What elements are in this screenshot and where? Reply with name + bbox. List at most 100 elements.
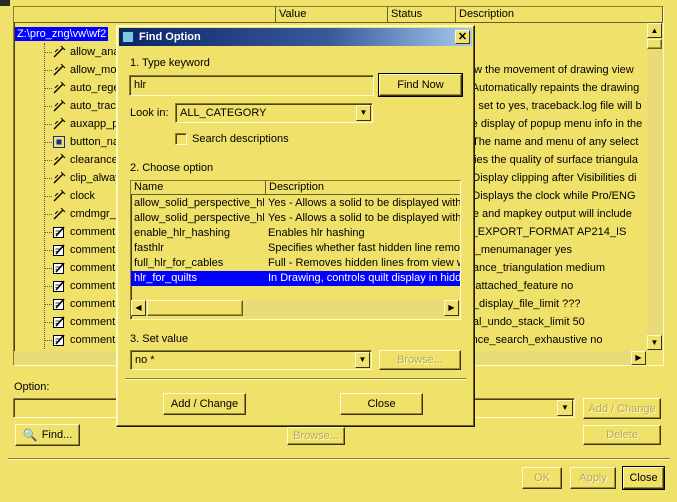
note-icon	[52, 297, 66, 311]
note-icon	[52, 333, 66, 347]
tree-connector	[44, 322, 52, 323]
search-descriptions-label: Search descriptions	[192, 133, 289, 145]
tree-item-description: s - Displays the clock while Pro/ENG	[457, 190, 636, 202]
search-descriptions-checkbox[interactable]	[175, 133, 187, 145]
tree-connector	[44, 196, 52, 197]
find-button[interactable]: 🔍 Find...	[15, 424, 80, 446]
value-text: no *	[135, 354, 155, 366]
results-row[interactable]: allow_solid_perspective_hlr Yes - Allows …	[131, 211, 460, 226]
header-value[interactable]: Value	[276, 7, 388, 23]
note-icon	[52, 243, 66, 257]
keyword-value: hlr	[134, 79, 147, 91]
delete-button[interactable]: Delete	[583, 425, 661, 445]
wand-icon	[52, 63, 66, 77]
results-scroll-thumb[interactable]	[147, 300, 243, 316]
results-row-name: allow_solid_perspective_hlr	[134, 197, 264, 209]
results-row-description: Specifies whether fast hidden line remov…	[268, 242, 460, 254]
tree-item-label: comment	[70, 316, 116, 328]
wand-icon	[52, 189, 66, 203]
header-description[interactable]: Description	[456, 7, 663, 23]
dialog-close-button[interactable]: Close	[340, 393, 423, 415]
add-change-button[interactable]: Add / Change	[583, 398, 661, 419]
results-scroll-left-arrow-icon[interactable]: ◀	[131, 300, 146, 316]
tree-connector	[44, 70, 52, 71]
browse-button[interactable]: Browse...	[287, 427, 345, 445]
results-header-name[interactable]: Name	[131, 181, 266, 195]
find-now-button[interactable]: Find Now	[378, 73, 463, 97]
tree-item-description: s - Display clipping after Visibilities …	[457, 172, 637, 184]
tree-root[interactable]: Z:\pro_zng\vw\wf2	[15, 25, 109, 43]
tree-connector	[44, 160, 52, 161]
tree-connector	[44, 232, 52, 233]
tree-connector	[44, 88, 52, 89]
look-in-select[interactable]: ALL_CATEGORY ▼	[175, 103, 373, 123]
tree-connector	[44, 340, 52, 341]
tree-item-description: allow the movement of drawing view	[457, 64, 634, 76]
results-hscrollbar[interactable]: ◀ ▶	[131, 300, 460, 316]
step2-label: 2. Choose option	[130, 162, 214, 174]
tree-item-description: stance_search_exhaustive no	[457, 334, 603, 346]
find-button-label: Find...	[41, 429, 73, 441]
dialog-add-change-button[interactable]: Add / Change	[163, 393, 246, 415]
dialog-browse-button[interactable]: Browse...	[379, 350, 461, 370]
dialog-close-icon[interactable]: ✕	[455, 30, 470, 44]
step1-label: 1. Type keyword	[130, 57, 210, 69]
tree-item-description: earance_triangulation medium	[457, 262, 605, 274]
tree-connector	[44, 268, 52, 269]
value-dropdown-arrow-icon[interactable]: ▼	[355, 352, 370, 368]
tree-item-label: comment	[70, 298, 116, 310]
note-icon	[52, 225, 66, 239]
tree-connector	[44, 286, 52, 287]
options-vscrollbar[interactable]: ▲ ▼	[647, 23, 663, 351]
value-select[interactable]: no * ▼	[130, 350, 372, 370]
results-row[interactable]: fasthlr Specifies whether fast hidden lin…	[131, 241, 460, 256]
tree-item-description: EP_EXPORT_FORMAT AP214_IS	[457, 226, 627, 238]
tree-connector	[44, 214, 52, 215]
results-row[interactable]: enable_hlr_hashing Enables hlr hashing	[131, 226, 460, 241]
tree-item-description: neral_undo_stack_limit 50	[457, 316, 585, 328]
results-table[interactable]: Name Description allow_solid_perspective…	[130, 180, 461, 320]
tree-item-description: s - The name and menu of any select	[457, 136, 639, 148]
tree-item-label: comment	[70, 334, 116, 346]
wand-icon	[52, 153, 66, 167]
option-dropdown-arrow-icon[interactable]: ▼	[557, 400, 573, 416]
results-row-name: enable_hlr_hashing	[134, 227, 231, 239]
tree-item-description: hen set to yes, traceback.log file will …	[457, 100, 642, 112]
scroll-thumb[interactable]	[647, 39, 662, 49]
tree-item-label: clock	[70, 190, 96, 202]
note-icon	[52, 279, 66, 293]
header-status[interactable]: Status	[388, 7, 456, 23]
bottom-separator	[8, 458, 670, 460]
ok-button[interactable]: OK	[522, 467, 562, 489]
header-name[interactable]	[14, 7, 276, 23]
results-row-name: allow_solid_perspective_hlr	[134, 212, 264, 224]
results-row[interactable]: full_hlr_for_cables Full - Removes hidden…	[131, 256, 460, 271]
results-row-name: fasthlr	[134, 242, 164, 254]
results-row[interactable]: allow_solid_perspective_hlr Yes - Allows …	[131, 196, 460, 211]
look-in-value: ALL_CATEGORY	[180, 107, 267, 119]
note-icon	[52, 261, 66, 275]
settings-icon	[52, 135, 66, 149]
keyword-input[interactable]: hlr	[129, 75, 374, 96]
results-row[interactable]: hlr_for_quilts In Drawing, controls quilt…	[131, 271, 460, 286]
look-in-dropdown-arrow-icon[interactable]: ▼	[356, 105, 371, 121]
tree-item-description: s - Automatically repaints the drawing	[457, 82, 640, 94]
tree-item-label: comment	[70, 280, 116, 292]
tree-item-description: able display of popup menu info in the	[457, 118, 643, 130]
step3-label: 3. Set value	[130, 333, 189, 345]
close-button[interactable]: Close	[622, 466, 665, 490]
results-row-description: Yes - Allows a solid to be displayed wit…	[268, 197, 460, 209]
scroll-up-arrow-icon[interactable]: ▲	[647, 23, 662, 38]
results-row-description: Enables hlr hashing	[268, 227, 365, 239]
dialog-title-bar[interactable]: Find Option ✕	[119, 28, 472, 46]
scroll-right-arrow-icon[interactable]: ▶	[631, 351, 646, 365]
tree-connector	[44, 106, 52, 107]
results-row-description: Full - Removes hidden lines from view wh	[268, 257, 460, 269]
results-header-description[interactable]: Description	[266, 181, 460, 195]
results-scroll-right-arrow-icon[interactable]: ▶	[444, 300, 459, 316]
apply-button[interactable]: Apply	[570, 467, 616, 489]
tree-connector	[44, 178, 52, 179]
scroll-down-arrow-icon[interactable]: ▼	[647, 335, 662, 350]
wand-icon	[52, 171, 66, 185]
tree-item-label: comment	[70, 262, 116, 274]
